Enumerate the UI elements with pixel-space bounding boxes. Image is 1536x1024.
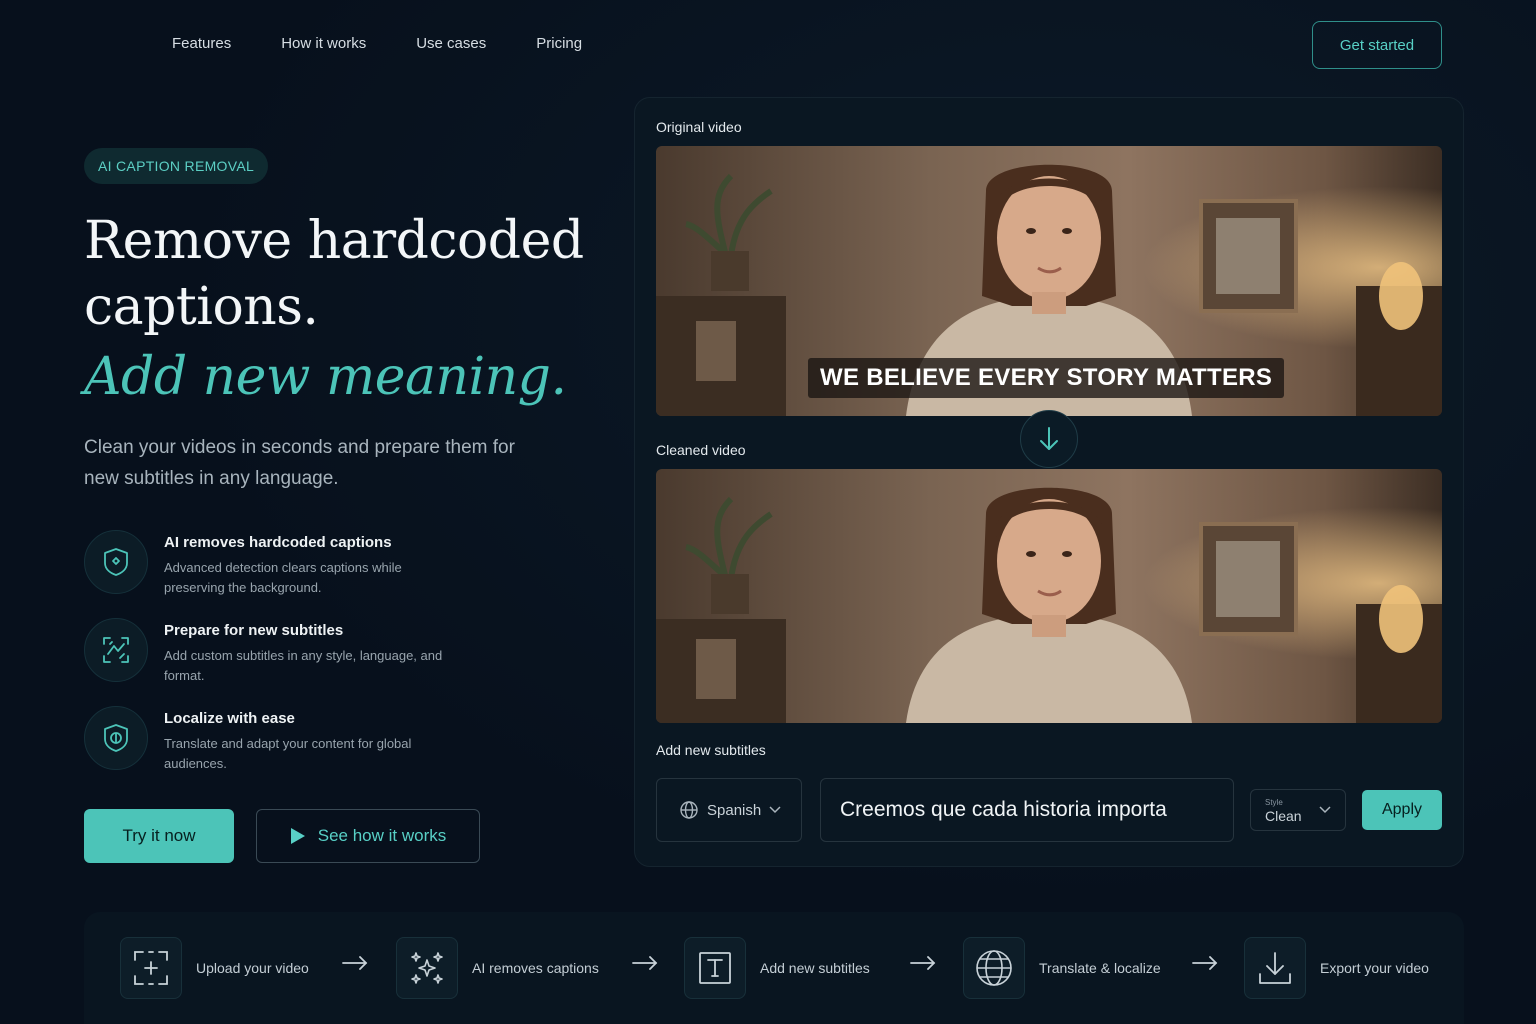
top-nav: Features How it works Use cases Pricing — [172, 24, 582, 64]
arrow-down-icon — [1020, 410, 1078, 468]
step-label: Add new subtitles — [760, 960, 870, 976]
add-subtitles-label: Add new subtitles — [656, 742, 766, 758]
hero-subtitle: Clean your videos in seconds and prepare… — [84, 437, 515, 489]
feature-description: Add custom subtitles in any style, langu… — [164, 648, 443, 683]
arrow-right-icon — [1192, 956, 1218, 970]
feature-description: Advanced detection clears captions while… — [164, 560, 402, 595]
subtitle-controls: Spanish Style Clean Apply — [656, 778, 1442, 842]
globe-icon — [963, 937, 1025, 999]
feature-item: AI removes hardcoded captions Advanced d… — [84, 530, 504, 618]
arrow-right-icon — [632, 956, 658, 970]
step-label: Upload your video — [196, 960, 309, 976]
upload-frame-icon — [120, 937, 182, 999]
language-value: Spanish — [707, 801, 762, 819]
nav-use-cases[interactable]: Use cases — [416, 24, 486, 64]
hero-badge: AI CAPTION REMOVAL — [84, 148, 269, 184]
shield-globe-icon — [84, 706, 148, 770]
video-frame-image — [656, 469, 1442, 723]
chevron-down-icon — [769, 806, 781, 814]
step-label: Export your video — [1320, 960, 1429, 976]
try-it-now-button[interactable]: Try it now — [84, 809, 234, 863]
step-export: Export your video — [1244, 936, 1429, 1000]
step-translate: Translate & localize — [963, 936, 1161, 1000]
hero-title: Remove hardcoded captions. — [84, 208, 604, 340]
text-box-icon — [684, 937, 746, 999]
feature-list: AI removes hardcoded captions Advanced d… — [84, 530, 504, 794]
style-select-value: Clean — [1265, 808, 1302, 824]
arrow-right-icon — [342, 956, 368, 970]
get-started-button[interactable]: Get started — [1312, 21, 1442, 69]
feature-title: Localize with ease — [164, 710, 295, 727]
burned-in-caption: WE BELIEVE EVERY STORY MATTERS — [808, 358, 1285, 398]
language-select[interactable]: Spanish — [656, 778, 802, 842]
feature-title: AI removes hardcoded captions — [164, 534, 392, 551]
feature-title: Prepare for new subtitles — [164, 622, 344, 639]
feature-item: Prepare for new subtitles Add custom sub… — [84, 618, 504, 706]
shield-icon — [84, 530, 148, 594]
nav-how-it-works[interactable]: How it works — [281, 24, 366, 64]
subtitle-text-input[interactable] — [820, 778, 1234, 842]
step-ai-removes: AI removes captions — [396, 936, 599, 1000]
download-icon — [1244, 937, 1306, 999]
apply-button[interactable]: Apply — [1362, 790, 1442, 830]
arrow-right-icon — [910, 956, 936, 970]
globe-icon — [680, 801, 698, 819]
play-icon — [290, 828, 305, 844]
nav-pricing[interactable]: Pricing — [536, 24, 582, 64]
see-how-it-works-button[interactable]: See how it works — [256, 809, 480, 863]
original-video-player[interactable]: WE BELIEVE EVERY STORY MATTERS — [656, 146, 1442, 416]
chevron-down-icon — [1319, 806, 1331, 814]
cleaned-video-player[interactable] — [656, 469, 1442, 723]
original-video-label: Original video — [656, 119, 742, 135]
hero-accent-title: Add new meaning. — [84, 347, 567, 407]
cleaned-video-label: Cleaned video — [656, 442, 746, 458]
feature-item: Localize with ease Translate and adapt y… — [84, 706, 504, 794]
style-select[interactable]: Style Clean — [1250, 789, 1346, 831]
feature-description: Translate and adapt your content for glo… — [164, 736, 412, 771]
see-how-it-works-label: See how it works — [317, 826, 447, 845]
hero-title-line2: captions. — [84, 277, 319, 337]
workflow-steps: Upload your video AI removes captions Ad… — [84, 912, 1464, 1024]
sparkles-icon — [396, 937, 458, 999]
subtitles-transform-icon — [84, 618, 148, 682]
demo-panel: Original video WE BELIEVE EVERY STORY MA — [634, 97, 1464, 867]
step-upload: Upload your video — [120, 936, 309, 1000]
step-label: AI removes captions — [472, 960, 599, 976]
nav-features[interactable]: Features — [172, 24, 231, 64]
step-label: Translate & localize — [1039, 960, 1161, 976]
hero-title-line1: Remove hardcoded — [84, 211, 584, 271]
step-add-subtitles: Add new subtitles — [684, 936, 870, 1000]
style-select-label: Style — [1265, 798, 1283, 807]
